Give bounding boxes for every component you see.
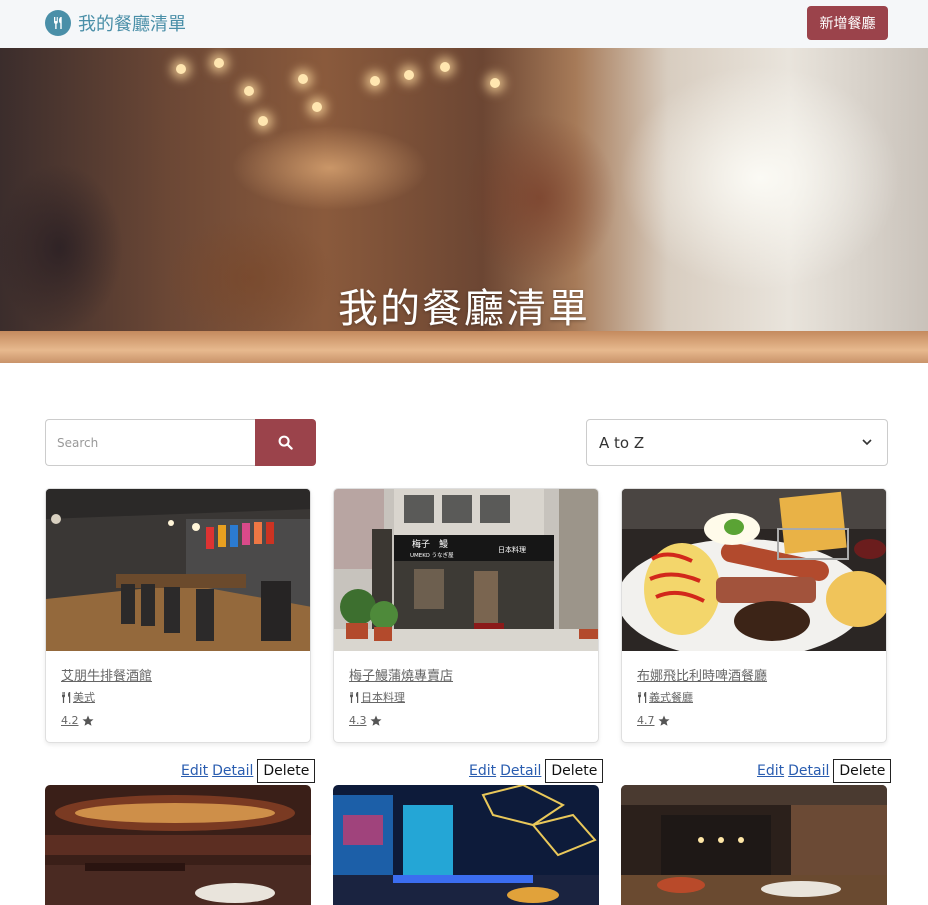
restaurant-name[interactable]: 布娜飛比利時啤酒餐廳 — [637, 665, 767, 684]
restaurant-rating: 4.2 — [61, 714, 79, 727]
restaurant-name[interactable]: 艾朋牛排餐酒館 — [61, 665, 152, 684]
card-actions: Edit Detail Delete — [757, 758, 892, 784]
restaurant-photo — [46, 489, 310, 651]
search-button[interactable] — [255, 419, 316, 466]
restaurant-category: 日本料理 — [361, 691, 405, 704]
banner-tabletop — [0, 331, 928, 363]
restaurant-photo — [622, 489, 886, 651]
restaurant-card[interactable]: 梅子 鰻 UMEKO うなぎ屋 日本料理 梅子鰻蒲燒專賣店 日本料理 4.3 — [333, 488, 599, 743]
sort-selected-value: A to Z — [599, 433, 645, 452]
delete-button[interactable]: Delete — [257, 759, 316, 783]
sort-select[interactable]: A to Z — [586, 419, 888, 466]
brand-text: 我的餐廳清單 — [78, 14, 186, 35]
utensils-icon — [45, 10, 71, 36]
detail-link[interactable]: Detail — [500, 763, 541, 779]
restaurant-photo — [45, 785, 311, 905]
hero-banner: 我的餐廳清單 — [0, 48, 928, 363]
star-icon — [658, 715, 669, 726]
delete-button[interactable]: Delete — [545, 759, 604, 783]
sign-text: 梅子 鰻 — [412, 538, 448, 550]
chevron-down-icon — [862, 439, 872, 446]
restaurant-photo: 梅子 鰻 UMEKO うなぎ屋 日本料理 — [334, 489, 598, 651]
add-restaurant-button[interactable]: 新增餐廳 — [807, 6, 888, 40]
detail-link[interactable]: Detail — [212, 763, 253, 779]
utensils-icon — [638, 691, 647, 703]
search-input[interactable]: Search — [45, 419, 255, 466]
utensils-icon — [350, 691, 359, 703]
card-actions: Edit Detail Delete — [469, 758, 604, 784]
sign-text: UMEKO うなぎ屋 — [410, 551, 454, 559]
edit-link[interactable]: Edit — [181, 763, 208, 779]
delete-button[interactable]: Delete — [833, 759, 892, 783]
banner-title: 我的餐廳清單 — [338, 286, 590, 332]
restaurant-category: 美式 — [73, 691, 95, 704]
edit-link[interactable]: Edit — [757, 763, 784, 779]
brand-link[interactable]: 我的餐廳清單 — [45, 10, 186, 36]
restaurant-photo — [621, 785, 887, 905]
star-icon — [370, 715, 381, 726]
card-actions: Edit Detail Delete — [181, 758, 316, 784]
detail-link[interactable]: Detail — [788, 763, 829, 779]
restaurant-rating: 4.7 — [637, 714, 655, 727]
restaurant-card[interactable]: 艾朋牛排餐酒館 美式 4.2 — [45, 488, 311, 743]
utensils-icon — [62, 691, 71, 703]
edit-link[interactable]: Edit — [469, 763, 496, 779]
navbar: 我的餐廳清單 新增餐廳 — [0, 0, 928, 48]
restaurant-card[interactable]: 布娜飛比利時啤酒餐廳 義式餐廳 4.7 — [621, 488, 887, 743]
restaurant-photo — [333, 785, 599, 905]
sign-text: 日本料理 — [498, 545, 526, 554]
star-icon — [82, 715, 93, 726]
restaurant-rating: 4.3 — [349, 714, 367, 727]
restaurant-name[interactable]: 梅子鰻蒲燒專賣店 — [349, 665, 453, 684]
restaurant-category: 義式餐廳 — [649, 691, 693, 704]
search-icon — [278, 435, 293, 450]
